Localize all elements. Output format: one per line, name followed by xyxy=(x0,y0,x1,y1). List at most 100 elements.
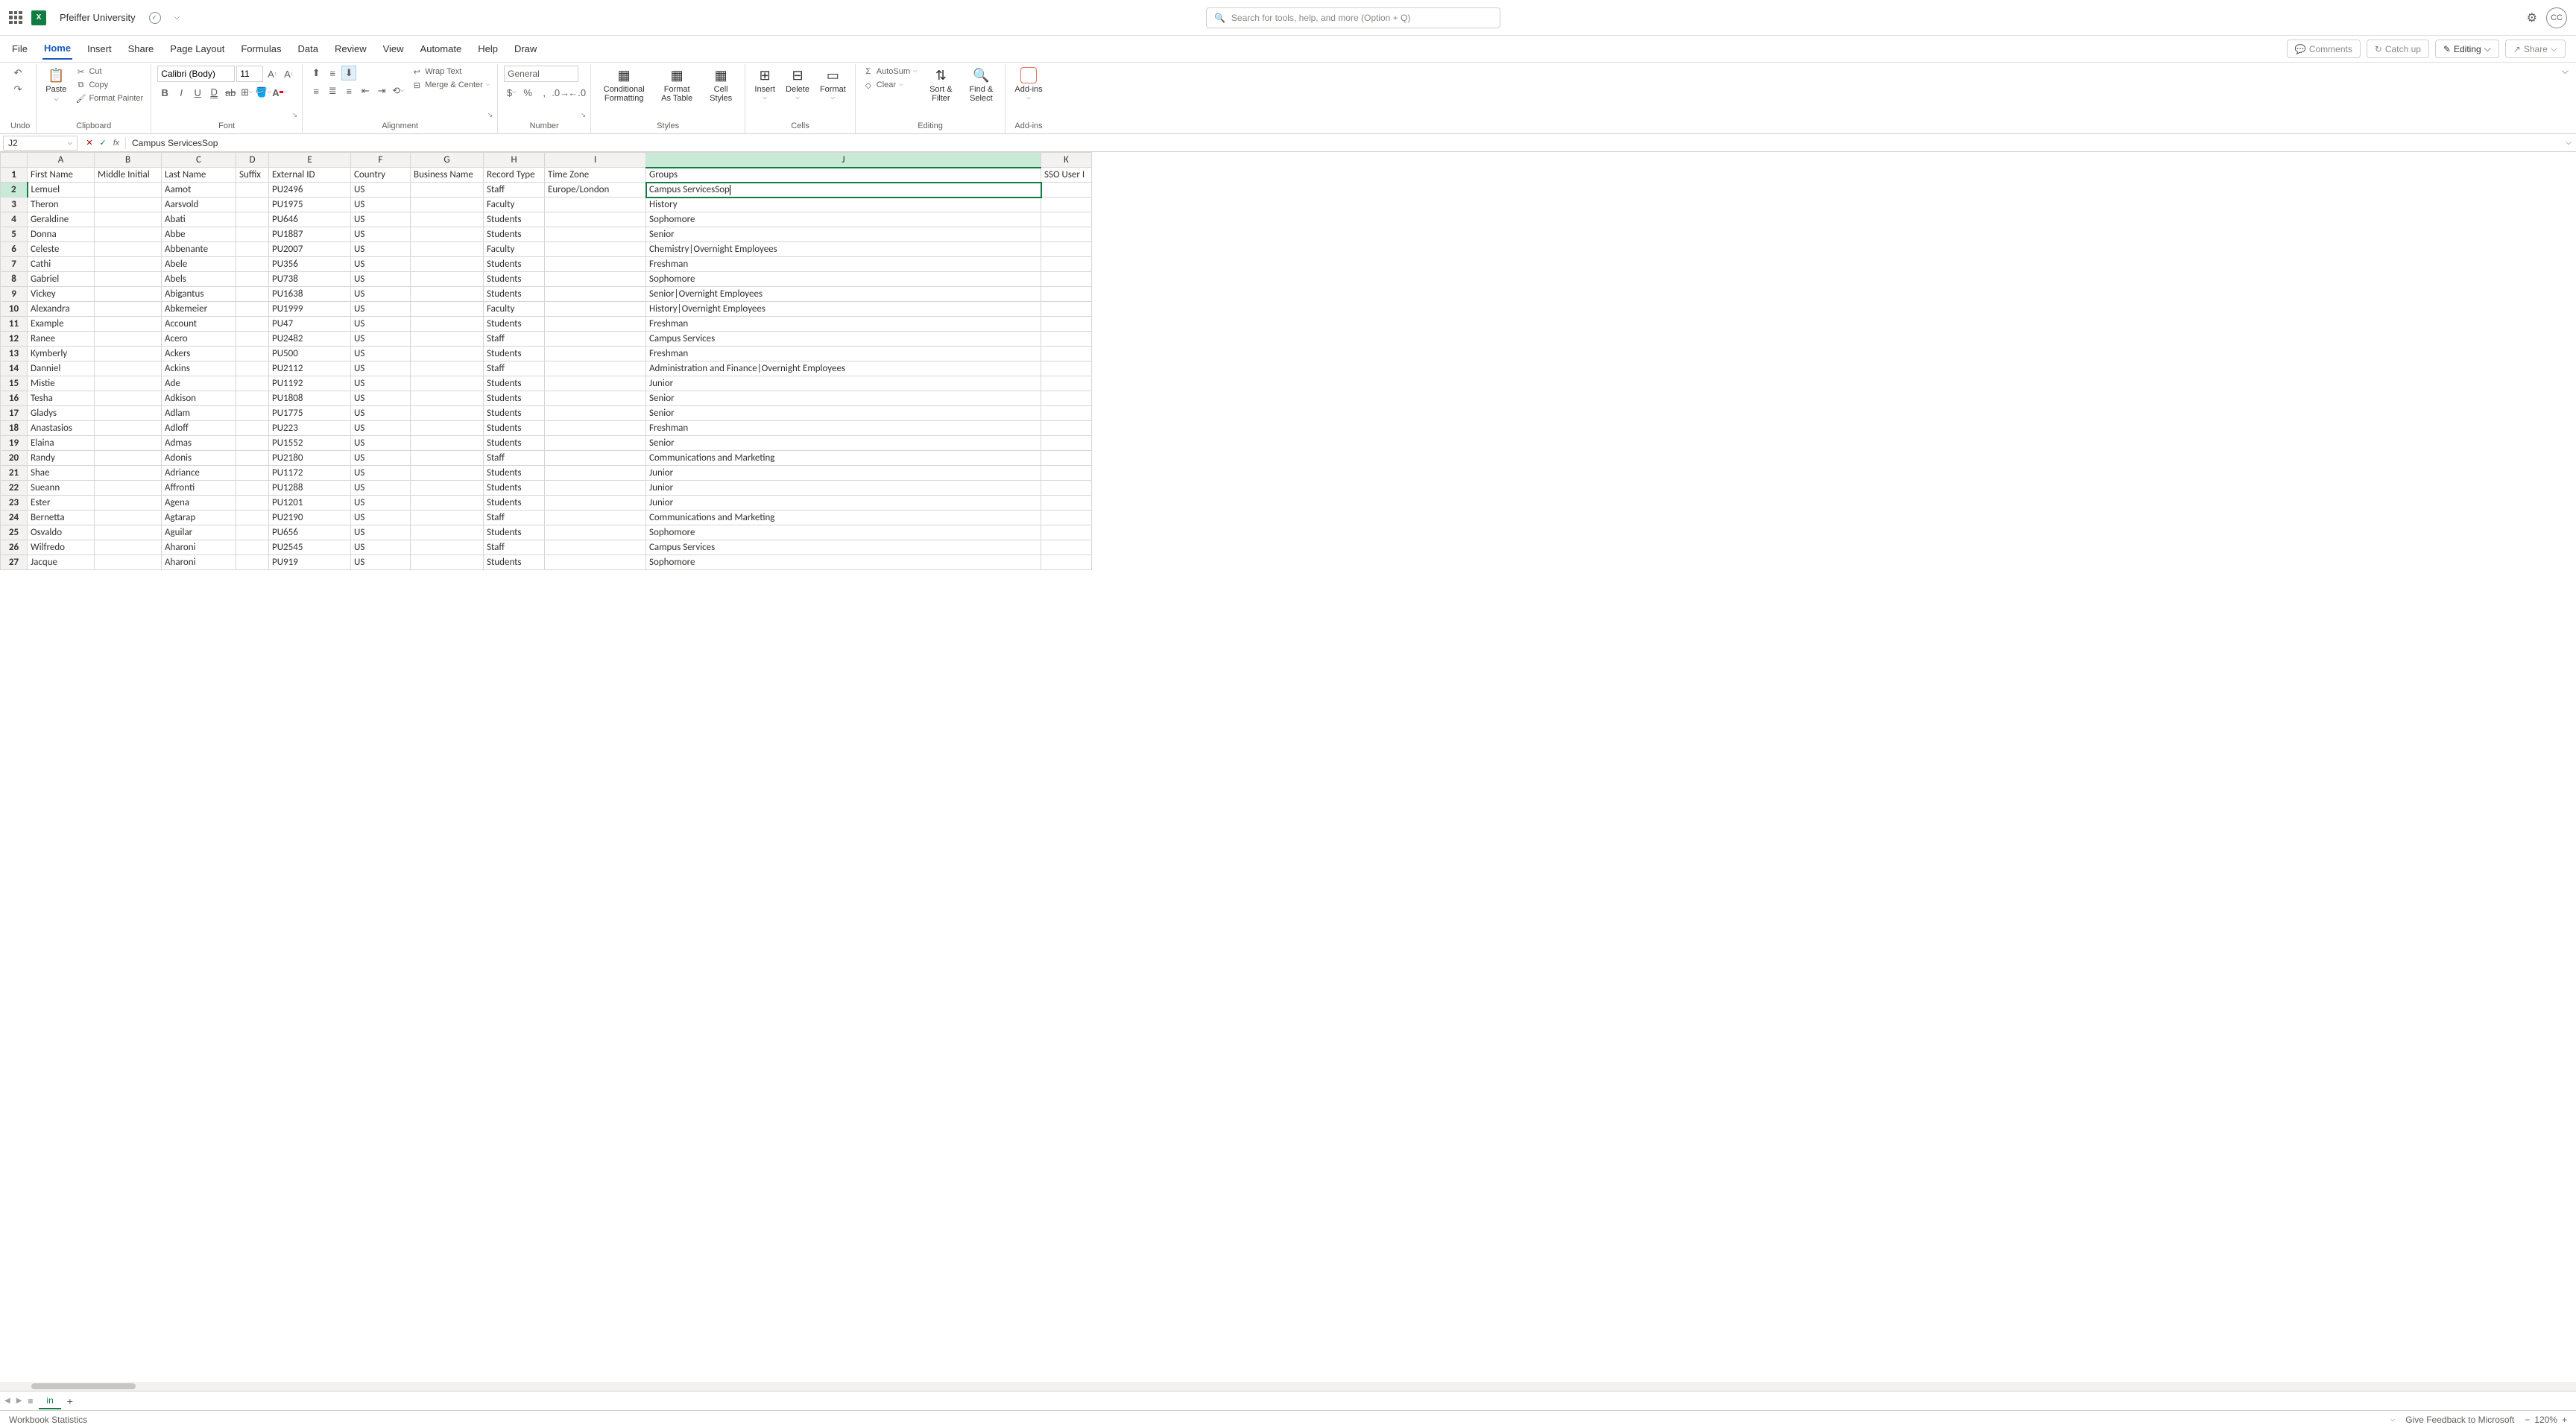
cell[interactable] xyxy=(1041,496,1092,511)
cell[interactable] xyxy=(95,198,162,212)
cell[interactable]: PU1775 xyxy=(269,406,351,421)
cell[interactable] xyxy=(1041,272,1092,287)
cell[interactable]: Students xyxy=(484,272,545,287)
cell[interactable] xyxy=(95,183,162,198)
cell[interactable]: PU656 xyxy=(269,525,351,540)
workbook-statistics[interactable]: Workbook Statistics xyxy=(9,1415,87,1425)
cell[interactable]: Donna xyxy=(28,227,95,242)
percent-button[interactable]: % xyxy=(520,85,535,100)
cell[interactable] xyxy=(95,317,162,332)
cell[interactable]: US xyxy=(351,198,411,212)
cell[interactable] xyxy=(411,332,484,347)
gear-icon[interactable]: ⚙ xyxy=(2527,10,2537,25)
column-header[interactable]: B xyxy=(95,153,162,168)
cell[interactable]: Students xyxy=(484,212,545,227)
cell[interactable] xyxy=(236,272,269,287)
cell[interactable]: PU47 xyxy=(269,317,351,332)
zoom-out-button[interactable]: − xyxy=(2525,1415,2530,1425)
row-header[interactable]: 3 xyxy=(1,198,28,212)
cell[interactable]: Aarsvold xyxy=(162,198,236,212)
cell[interactable]: Staff xyxy=(484,183,545,198)
cell[interactable] xyxy=(95,361,162,376)
cell[interactable]: Ranee xyxy=(28,332,95,347)
cell[interactable] xyxy=(545,525,646,540)
cell[interactable]: Staff xyxy=(484,332,545,347)
format-cells-button[interactable]: ▭Format⌵ xyxy=(817,66,849,103)
cell[interactable]: Jacque xyxy=(28,555,95,570)
cell[interactable]: Agena xyxy=(162,496,236,511)
cell[interactable]: Sophomore xyxy=(646,212,1041,227)
dialog-launcher-icon[interactable]: ↘ xyxy=(292,111,298,119)
sheet-next-icon[interactable]: ▶ xyxy=(16,1397,22,1405)
cell[interactable]: Faculty xyxy=(484,242,545,257)
cell[interactable]: PU1638 xyxy=(269,287,351,302)
decrease-decimal-button[interactable]: ←.0 xyxy=(569,85,584,100)
cell[interactable]: Students xyxy=(484,376,545,391)
cell[interactable] xyxy=(95,212,162,227)
row-header[interactable]: 19 xyxy=(1,436,28,451)
add-sheet-button[interactable]: + xyxy=(67,1395,73,1407)
cell[interactable] xyxy=(411,361,484,376)
cell[interactable]: Ackers xyxy=(162,347,236,361)
cell[interactable]: Students xyxy=(484,466,545,481)
cell[interactable]: History xyxy=(646,198,1041,212)
cell[interactable] xyxy=(236,183,269,198)
row-header[interactable]: 17 xyxy=(1,406,28,421)
cell[interactable] xyxy=(1041,347,1092,361)
cell[interactable]: Alexandra xyxy=(28,302,95,317)
cell[interactable]: US xyxy=(351,376,411,391)
row-header[interactable]: 11 xyxy=(1,317,28,332)
cell[interactable] xyxy=(1041,481,1092,496)
tab-share[interactable]: Share xyxy=(127,39,156,59)
cell[interactable] xyxy=(411,481,484,496)
cell[interactable]: PU2112 xyxy=(269,361,351,376)
cell[interactable] xyxy=(1041,302,1092,317)
cell[interactable] xyxy=(236,525,269,540)
cell[interactable] xyxy=(1041,451,1092,466)
double-underline-button[interactable]: D xyxy=(206,85,221,100)
cell[interactable]: Adloff xyxy=(162,421,236,436)
cell[interactable]: Sophomore xyxy=(646,525,1041,540)
cell[interactable]: Aharoni xyxy=(162,555,236,570)
chevron-down-icon[interactable]: ⌵ xyxy=(174,13,180,22)
cell[interactable] xyxy=(545,481,646,496)
accept-button[interactable]: ✓ xyxy=(97,137,109,149)
cell[interactable] xyxy=(95,406,162,421)
cell[interactable]: Acero xyxy=(162,332,236,347)
cell[interactable]: Students xyxy=(484,391,545,406)
format-painter-button[interactable]: 🖌Format Painter xyxy=(74,92,145,104)
cell[interactable]: PU1975 xyxy=(269,198,351,212)
sheet-prev-icon[interactable]: ◀ xyxy=(4,1397,10,1405)
cell[interactable]: Europe/London xyxy=(545,183,646,198)
cell[interactable] xyxy=(1041,466,1092,481)
row-header[interactable]: 10 xyxy=(1,302,28,317)
comments-button[interactable]: 💬Comments xyxy=(2287,40,2361,58)
orientation-button[interactable]: ⟲⌵ xyxy=(391,83,405,98)
redo-button[interactable]: ↷ xyxy=(10,82,25,97)
cell[interactable]: Students xyxy=(484,406,545,421)
cell[interactable]: US xyxy=(351,406,411,421)
cell[interactable]: US xyxy=(351,421,411,436)
cell[interactable] xyxy=(411,511,484,525)
share-button[interactable]: ↗Share ⌵ xyxy=(2505,40,2566,58)
cell[interactable]: Campus Services xyxy=(646,540,1041,555)
cell[interactable]: Middle Initial xyxy=(95,168,162,183)
row-header[interactable]: 16 xyxy=(1,391,28,406)
cell[interactable] xyxy=(411,212,484,227)
cell[interactable]: Admas xyxy=(162,436,236,451)
cell[interactable]: Students xyxy=(484,555,545,570)
row-header[interactable]: 4 xyxy=(1,212,28,227)
cell[interactable]: Sophomore xyxy=(646,555,1041,570)
cell[interactable]: PU1192 xyxy=(269,376,351,391)
cell[interactable]: Abigantus xyxy=(162,287,236,302)
cell[interactable]: PU1808 xyxy=(269,391,351,406)
cell[interactable]: US xyxy=(351,302,411,317)
cell[interactable]: Agtarap xyxy=(162,511,236,525)
cell[interactable] xyxy=(411,272,484,287)
cell[interactable] xyxy=(1041,525,1092,540)
cell[interactable]: Campus Services xyxy=(646,332,1041,347)
cell[interactable]: Kymberly xyxy=(28,347,95,361)
insert-cells-button[interactable]: ⊞Insert⌵ xyxy=(751,66,778,103)
cell[interactable]: Faculty xyxy=(484,198,545,212)
cell[interactable] xyxy=(236,466,269,481)
